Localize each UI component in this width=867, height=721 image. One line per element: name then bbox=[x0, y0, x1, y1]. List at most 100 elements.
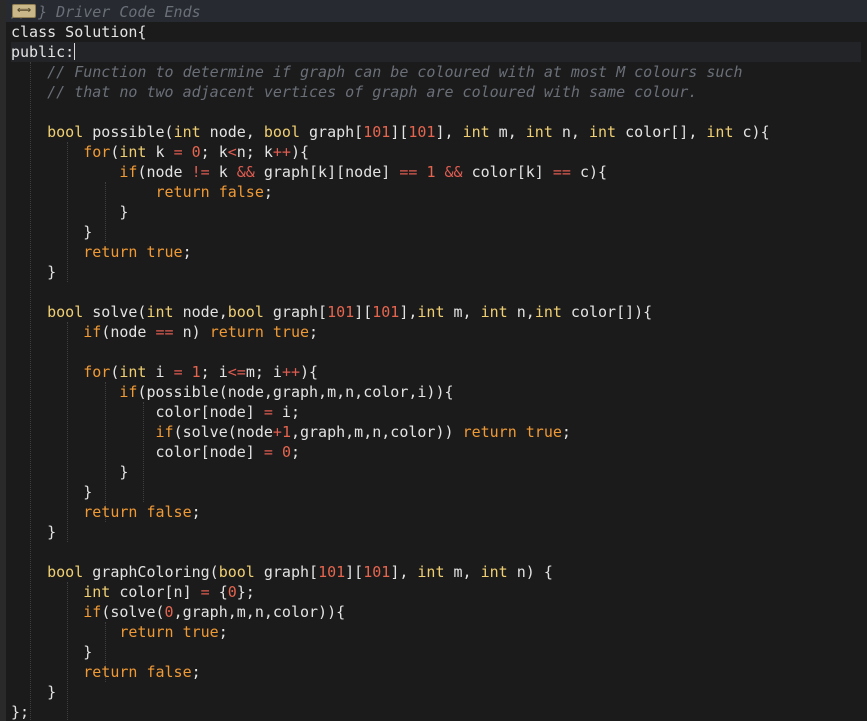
code-line[interactable]: return true; bbox=[11, 622, 861, 642]
code-line[interactable]: if(solve(0,graph,m,n,color)){ bbox=[11, 602, 861, 622]
code-token: ; k bbox=[200, 143, 228, 161]
code-line[interactable]: for(int i = 1; i<=m; i++){ bbox=[11, 362, 861, 382]
code-line[interactable] bbox=[11, 542, 861, 562]
code-token: graph[ bbox=[254, 563, 319, 581]
fold-arrows-icon[interactable]: ⟺ bbox=[12, 4, 36, 18]
code-token: int bbox=[706, 123, 734, 141]
code-token: // } Driver Code Ends bbox=[11, 3, 201, 21]
code-token: ], bbox=[390, 563, 418, 581]
code-token: 101 bbox=[363, 123, 391, 141]
code-line[interactable]: } bbox=[11, 642, 861, 662]
code-token: (solve( bbox=[101, 603, 165, 621]
code-line[interactable] bbox=[11, 282, 861, 302]
code-token: true bbox=[146, 243, 183, 261]
code-token: (node bbox=[137, 163, 192, 181]
code-token: ], bbox=[399, 303, 418, 321]
code-line[interactable]: int color[n] = {0}; bbox=[11, 582, 861, 602]
code-line[interactable]: return false; bbox=[11, 502, 861, 522]
code-line[interactable]: // Function to determine if graph can be… bbox=[11, 62, 861, 82]
code-token: true bbox=[272, 323, 310, 341]
code-token: graph[ bbox=[300, 123, 364, 141]
code-token: 1 bbox=[281, 423, 291, 441]
code-line[interactable]: return false; bbox=[11, 662, 861, 682]
code-token: i bbox=[146, 363, 174, 381]
code-token: }; bbox=[11, 703, 30, 721]
code-token: solve( bbox=[83, 303, 147, 321]
code-line[interactable]: } bbox=[11, 522, 861, 542]
code-line[interactable]: return true; bbox=[11, 242, 861, 262]
code-line[interactable]: } bbox=[11, 262, 861, 282]
code-token: 1 bbox=[191, 363, 201, 381]
code-line[interactable]: public: bbox=[11, 42, 861, 62]
code-token: ; bbox=[191, 663, 201, 681]
code-token: = bbox=[263, 403, 273, 421]
code-line[interactable]: } bbox=[11, 462, 861, 482]
code-line[interactable]: for(int k = 0; k<n; k++){ bbox=[11, 142, 861, 162]
code-token: 101 bbox=[318, 563, 346, 581]
code-token: } bbox=[11, 483, 93, 501]
code-line[interactable]: } bbox=[11, 202, 861, 222]
code-line[interactable]: color[node] = i; bbox=[11, 402, 861, 422]
code-token: } bbox=[11, 643, 93, 661]
code-token: graphColoring( bbox=[83, 563, 219, 581]
code-line[interactable]: // that no two adjacent vertices of grap… bbox=[11, 82, 861, 102]
code-line[interactable]: if(node != k && graph[k][node] == 1 && c… bbox=[11, 162, 861, 182]
code-token: ){ bbox=[300, 363, 319, 381]
code-token: if bbox=[119, 163, 138, 181]
code-line[interactable]: bool graphColoring(bool graph[101][101],… bbox=[11, 562, 861, 582]
code-line[interactable]: if(possible(node,graph,m,n,color,i)){ bbox=[11, 382, 861, 402]
code-token: 0 bbox=[281, 443, 291, 461]
code-editor[interactable]: // } Driver Code Ends class Solution{publ… bbox=[0, 0, 867, 721]
code-token: 0 bbox=[191, 143, 201, 161]
code-token: int bbox=[119, 143, 147, 161]
code-token: = bbox=[173, 363, 183, 381]
code-token: == bbox=[552, 163, 571, 181]
code-line[interactable]: }; bbox=[11, 702, 861, 721]
code-token: ++ bbox=[281, 363, 300, 381]
code-token: } bbox=[11, 683, 57, 701]
code-token: == bbox=[155, 323, 174, 341]
code-line[interactable]: class Solution{ bbox=[11, 22, 861, 42]
code-line[interactable]: } bbox=[11, 682, 861, 702]
code-line[interactable]: if(node == n) return true; bbox=[11, 322, 861, 342]
code-token: int bbox=[417, 563, 445, 581]
code-token: ][ bbox=[345, 563, 364, 581]
code-token: } bbox=[11, 203, 129, 221]
code-line[interactable]: } bbox=[11, 482, 861, 502]
code-token: return bbox=[83, 503, 138, 521]
code-token: int bbox=[525, 123, 553, 141]
code-token: } bbox=[11, 263, 57, 281]
code-token: int bbox=[480, 563, 508, 581]
code-line[interactable]: bool possible(int node, bool graph[101][… bbox=[11, 122, 861, 142]
code-token: + bbox=[272, 423, 282, 441]
code-token: bool bbox=[263, 123, 300, 141]
code-line[interactable]: // } Driver Code Ends bbox=[11, 2, 861, 22]
code-line[interactable] bbox=[11, 342, 861, 362]
code-token: i; bbox=[272, 403, 300, 421]
code-token: graph[k][node] bbox=[254, 163, 400, 181]
code-line[interactable]: if(solve(node+1,graph,m,n,color)) return… bbox=[11, 422, 861, 442]
code-line[interactable]: color[node] = 0; bbox=[11, 442, 861, 462]
code-token: bool bbox=[227, 303, 264, 321]
code-token: = bbox=[173, 143, 183, 161]
code-line[interactable]: } bbox=[11, 222, 861, 242]
code-token: // that no two adjacent vertices of grap… bbox=[47, 83, 698, 101]
code-line[interactable] bbox=[11, 102, 861, 122]
code-token: false bbox=[146, 663, 192, 681]
code-line[interactable]: return false; bbox=[11, 182, 861, 202]
code-token: ){ bbox=[290, 143, 310, 161]
code-line[interactable]: bool solve(int node,bool graph[101][101]… bbox=[11, 302, 861, 322]
code-token: 0 bbox=[227, 583, 237, 601]
